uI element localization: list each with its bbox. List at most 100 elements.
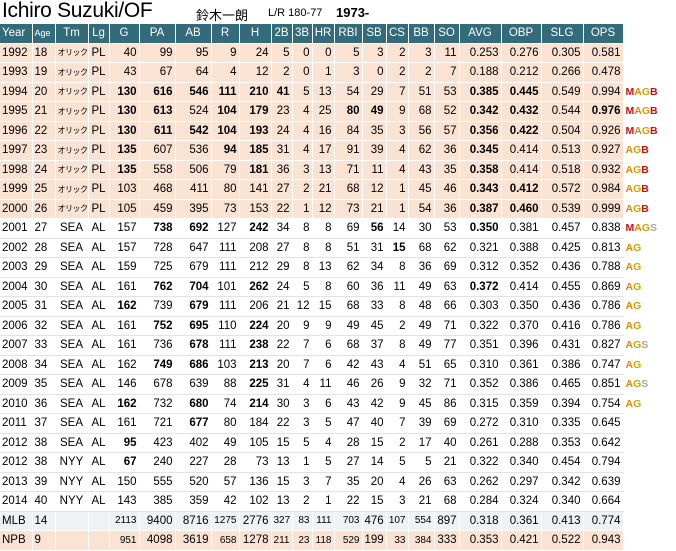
cell-avg: 0.345 xyxy=(459,140,502,161)
cell-bb: 45 xyxy=(408,394,435,414)
table-row: 199925オリックスPL103468411801412722168121454… xyxy=(0,179,676,200)
cell-pa: 678 xyxy=(139,374,176,395)
cell-tm: NYY xyxy=(55,472,89,492)
cell-hr: 25 xyxy=(312,101,335,122)
column-header-year[interactable]: Year xyxy=(0,24,33,44)
column-header-r[interactable]: R xyxy=(211,24,240,44)
column-header-rbi[interactable]: RBI xyxy=(334,24,363,44)
cell-hr: 4 xyxy=(312,433,335,453)
cell-pa: 468 xyxy=(139,179,176,200)
cell-pa: 613 xyxy=(139,101,176,122)
column-header-slg[interactable]: SLG xyxy=(541,24,584,44)
column-header-2b[interactable]: 2B xyxy=(271,24,293,44)
cell-avg: 0.358 xyxy=(459,160,502,180)
cell-slg: 0.465 xyxy=(541,374,584,395)
award-letter: A xyxy=(625,397,634,410)
cell-rbi: 47 xyxy=(334,413,363,434)
cell-avg: 0.351 xyxy=(459,335,502,356)
cell-g: 161 xyxy=(109,335,140,356)
cell-hr: 15 xyxy=(312,296,335,317)
cell-3b: 9 xyxy=(292,316,313,336)
cell-pa: 555 xyxy=(139,472,176,492)
award-letter: G xyxy=(641,222,651,235)
cell-pa: 728 xyxy=(139,238,176,258)
award-letter: B xyxy=(650,124,658,137)
awards-cell xyxy=(623,62,676,83)
column-header-hr[interactable]: HR xyxy=(312,24,335,44)
cell-age: 33 xyxy=(32,335,56,356)
column-header-age[interactable]: Age xyxy=(32,24,56,44)
cell-hr: 5 xyxy=(312,452,335,473)
cell-sb: 15 xyxy=(362,433,387,453)
column-header-lg[interactable]: Lg xyxy=(88,24,110,44)
column-header-3b[interactable]: 3B xyxy=(292,24,313,44)
column-header-so[interactable]: SO xyxy=(434,24,460,44)
cell-sb: 15 xyxy=(362,491,387,512)
cell-bb: 68 xyxy=(408,238,435,258)
cell-cs: 4 xyxy=(386,472,409,492)
column-header-avg[interactable]: AVG xyxy=(459,24,502,44)
cell-lg: AL xyxy=(88,316,110,336)
cell-lg: AL xyxy=(88,413,110,434)
column-header-ab[interactable]: AB xyxy=(175,24,212,44)
cell-ops: 0.794 xyxy=(583,452,624,473)
column-header-bb[interactable]: BB xyxy=(408,24,435,44)
cell-sb: 36 xyxy=(362,277,387,297)
table-row: 199521オリックスPL130613524104179234258049968… xyxy=(0,101,676,122)
cell-r: 88 xyxy=(211,374,240,395)
cell-slg: 0.457 xyxy=(541,218,584,239)
cell-h: 24 xyxy=(239,43,272,63)
cell-hr: 6 xyxy=(312,394,335,414)
column-header-ops[interactable]: OPS xyxy=(583,24,624,44)
cell-avg: 0.353 xyxy=(459,530,502,551)
cell-r: 101 xyxy=(211,277,240,297)
cell-tm: NYY xyxy=(55,452,89,473)
award-letter: M xyxy=(625,222,635,235)
cell-cs: 3 xyxy=(386,121,409,141)
cell-avg: 0.352 xyxy=(459,374,502,395)
cell-bb: 45 xyxy=(408,179,435,200)
cell-avg: 0.321 xyxy=(459,238,502,258)
award-letter: B xyxy=(641,202,649,215)
column-header-cs[interactable]: CS xyxy=(386,24,409,44)
cell-ops: 0.664 xyxy=(583,491,624,512)
cell-sb: 49 xyxy=(362,101,387,122)
cell-rbi: 68 xyxy=(334,335,363,356)
column-header-h[interactable]: H xyxy=(239,24,272,44)
cell-ab: 402 xyxy=(175,433,212,453)
cell-rbi: 91 xyxy=(334,140,363,161)
cell-sb: 31 xyxy=(362,238,387,258)
cell-cs: 9 xyxy=(386,394,409,414)
column-header-g[interactable]: G xyxy=(109,24,140,44)
cell-ab: 679 xyxy=(175,296,212,317)
table-row: 2004 30 SEA AL 161 762 704 101 262 24 5 8 60 36 11 49 63… xyxy=(0,277,676,297)
cell-bb: 43 xyxy=(408,160,435,180)
cell-slg: 0.305 xyxy=(541,43,584,63)
column-header-pa[interactable]: PA xyxy=(139,24,176,44)
cell-obp: 0.414 xyxy=(501,277,542,297)
cell-lg xyxy=(88,530,110,551)
cell-h: 213 xyxy=(239,355,272,375)
column-header-sb[interactable]: SB xyxy=(362,24,387,44)
cell-ops: 0.642 xyxy=(583,433,624,453)
cell-3b: 7 xyxy=(292,335,313,356)
cell-hr: 1 xyxy=(312,62,335,83)
cell-hr: 1 xyxy=(312,491,335,512)
table-row: NPB 9 951 4098 3619 658 1278 211 23 118 529 199 33 38… xyxy=(0,530,676,551)
cell-tm: SEA xyxy=(55,433,89,453)
cell-ops: 0.869 xyxy=(583,277,624,297)
award-letter: A xyxy=(625,144,634,157)
awards-cell xyxy=(623,472,676,492)
cell-h: 141 xyxy=(239,179,272,200)
cell-so: 11 xyxy=(434,43,460,63)
cell-so: 86 xyxy=(434,394,460,414)
cell-cs: 7 xyxy=(386,413,409,434)
column-header-obp[interactable]: OBP xyxy=(501,24,542,44)
cell-g: 130 xyxy=(109,82,140,102)
column-header-tm[interactable]: Tm xyxy=(55,24,89,44)
cell-ab: 395 xyxy=(175,199,212,219)
cell-ab: 678 xyxy=(175,335,212,356)
awards-cell: AGB xyxy=(623,199,676,219)
cell-slg: 0.455 xyxy=(541,277,584,297)
cell-rbi: 43 xyxy=(334,394,363,414)
